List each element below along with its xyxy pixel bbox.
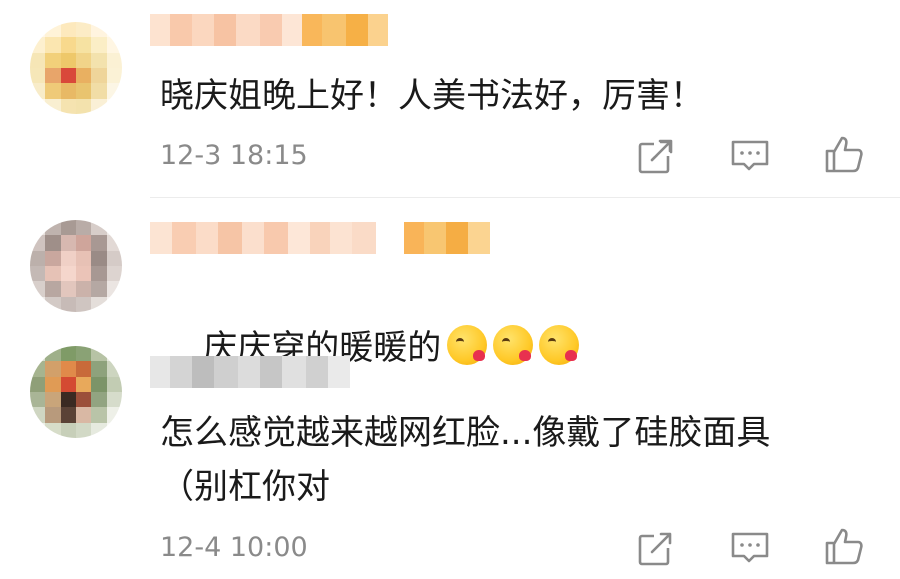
- comment-timestamp: 12-3 18:15: [160, 140, 308, 171]
- comment-icon[interactable]: [730, 528, 770, 568]
- comment-text: 怎么感觉越来越网红脸...像戴了硅胶面具 （别杠你对: [160, 413, 771, 507]
- username[interactable]: [150, 356, 350, 388]
- comment-timestamp: 12-4 10:00: [160, 532, 308, 563]
- comment-item: 庆庆穿的暖暖的: [0, 200, 900, 368]
- username[interactable]: [150, 222, 376, 254]
- user-badge: [302, 14, 388, 46]
- share-icon[interactable]: [636, 136, 676, 176]
- avatar[interactable]: [30, 22, 122, 114]
- thumbs-up-icon[interactable]: [824, 134, 864, 174]
- comment-item: 晓庆姐晚上好！人美书法好，厉害！ 12-3 18:15: [0, 0, 900, 200]
- share-icon[interactable]: [636, 528, 676, 568]
- comment-item: 怎么感觉越来越网红脸...像戴了硅胶面具 （别杠你对 12-4 10:00: [0, 340, 900, 579]
- comment-text: 晓庆姐晚上好！人美书法好，厉害！: [160, 76, 704, 116]
- user-badge: [404, 222, 490, 254]
- username[interactable]: [150, 14, 302, 46]
- comment-icon[interactable]: [730, 136, 770, 176]
- divider: [150, 197, 900, 198]
- thumbs-up-icon[interactable]: [824, 526, 864, 566]
- avatar[interactable]: [30, 346, 122, 438]
- avatar[interactable]: [30, 220, 122, 312]
